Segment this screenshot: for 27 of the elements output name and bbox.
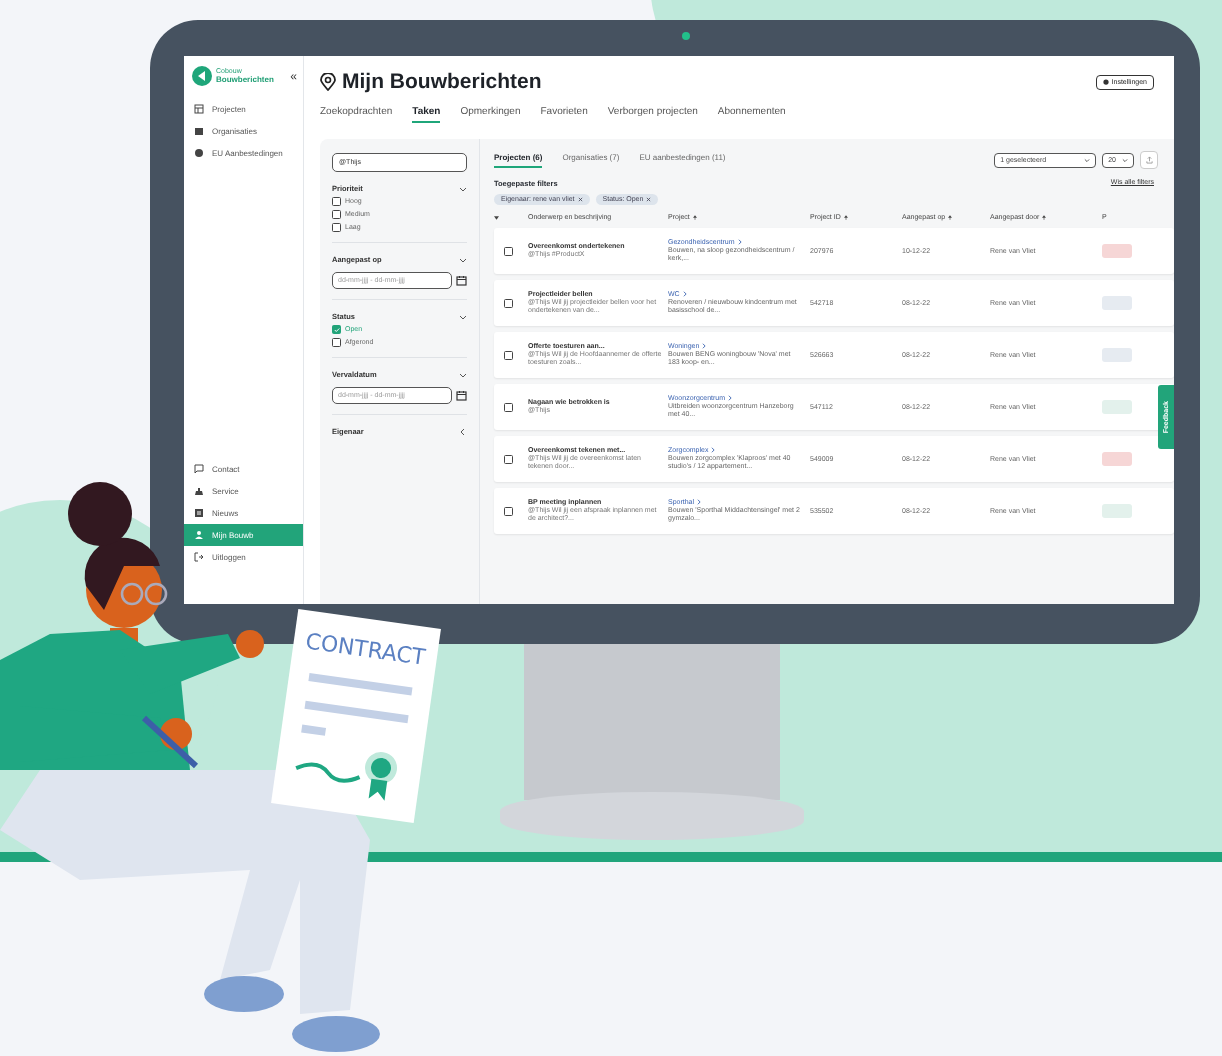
row-checkbox[interactable] <box>504 454 513 464</box>
sort-caret-icon[interactable] <box>494 215 499 220</box>
shoe <box>204 976 284 1012</box>
contract-title: CONTRACT <box>303 628 427 671</box>
checkbox[interactable] <box>332 197 341 206</box>
page-title: Mijn Bouwberichten <box>342 70 544 94</box>
hand-with-pen-drawing <box>141 715 199 769</box>
row-checkbox[interactable] <box>504 298 513 308</box>
location-pin-icon <box>320 73 336 91</box>
sort-icon <box>843 215 848 220</box>
checkbox[interactable] <box>332 210 341 219</box>
row-checkbox[interactable] <box>504 246 513 256</box>
checkbox[interactable] <box>332 325 341 334</box>
row-checkbox[interactable] <box>504 402 513 412</box>
newspaper-icon <box>194 508 204 518</box>
sort-icon <box>948 215 953 220</box>
logo-icon <box>192 66 212 86</box>
helmet-icon <box>194 486 204 496</box>
sort-icon <box>692 215 697 220</box>
camera-dot <box>682 32 690 40</box>
sort-icon <box>1042 215 1047 220</box>
shoe <box>292 1016 380 1052</box>
user-icon <box>194 530 204 540</box>
row-checkbox[interactable] <box>504 350 513 360</box>
checkbox[interactable] <box>332 338 341 347</box>
row-checkbox[interactable] <box>504 506 513 516</box>
checkbox[interactable] <box>332 223 341 232</box>
